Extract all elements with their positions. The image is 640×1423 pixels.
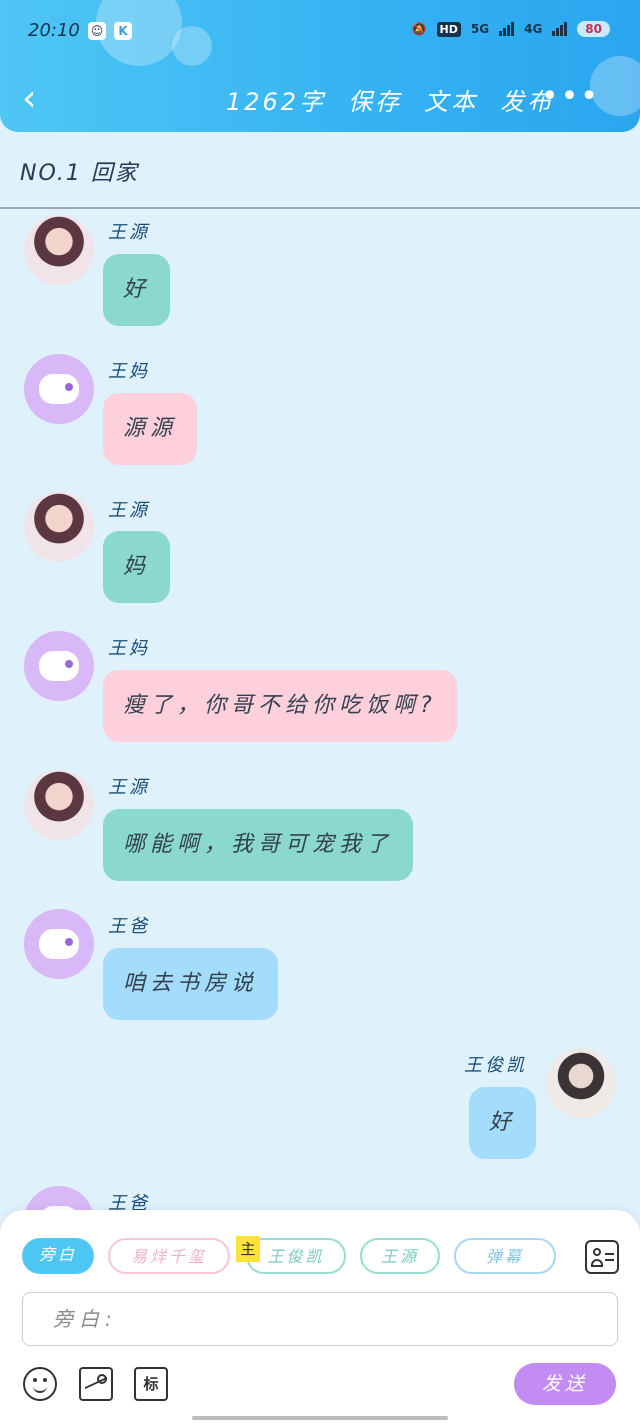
role-chip-narration[interactable]: 旁白 bbox=[22, 1238, 94, 1274]
status-time: 20:10 bbox=[28, 20, 80, 41]
default-avatar-icon bbox=[39, 651, 79, 681]
contact-card-line bbox=[605, 1259, 614, 1261]
network-4g: 4G bbox=[524, 22, 543, 36]
sender-name: 王妈 bbox=[108, 638, 150, 659]
app-notification-icon: ☺ bbox=[88, 22, 106, 40]
contact-card-line bbox=[605, 1253, 614, 1255]
main-role-badge: 主 bbox=[236, 1236, 260, 1262]
default-avatar-icon bbox=[39, 374, 79, 404]
message-input[interactable]: 旁白: bbox=[22, 1292, 618, 1346]
avatar[interactable] bbox=[24, 909, 94, 979]
role-chip-wangjunkai[interactable]: 王俊凯 bbox=[246, 1238, 346, 1274]
app-k-icon: K bbox=[114, 22, 132, 40]
contact-card-head bbox=[593, 1248, 601, 1256]
network-5g: 5G bbox=[470, 22, 490, 36]
signal-icon bbox=[552, 22, 568, 36]
role-chip-danmaku[interactable]: 弹幕 bbox=[454, 1238, 556, 1274]
role-chip-wangyuan[interactable]: 王源 bbox=[360, 1238, 440, 1274]
avatar[interactable] bbox=[24, 215, 94, 285]
battery-icon: 80 bbox=[577, 21, 610, 37]
avatar[interactable] bbox=[546, 1048, 616, 1118]
default-avatar-icon bbox=[39, 929, 79, 959]
emoji-icon[interactable] bbox=[23, 1367, 57, 1401]
back-icon[interactable]: ‹ bbox=[22, 80, 56, 120]
word-count: 1262字 bbox=[226, 88, 327, 116]
mute-icon: 🔕 bbox=[411, 22, 427, 36]
chapter-title[interactable]: NO.1 回家 bbox=[20, 155, 139, 187]
divider bbox=[0, 207, 640, 209]
avatar[interactable] bbox=[24, 770, 94, 840]
tag-icon[interactable]: 标 bbox=[134, 1367, 168, 1401]
more-icon[interactable]: ••• bbox=[541, 80, 600, 114]
sender-name: 王源 bbox=[108, 500, 150, 521]
contact-card-icon[interactable] bbox=[585, 1240, 619, 1274]
signal-icon bbox=[499, 22, 515, 36]
sender-name: 王爸 bbox=[108, 916, 150, 937]
avatar[interactable] bbox=[24, 492, 94, 562]
sender-name: 王妈 bbox=[108, 361, 150, 382]
avatar[interactable] bbox=[24, 631, 94, 701]
message-bubble[interactable]: 咱去书房说 bbox=[103, 948, 279, 1020]
sender-name: 王俊凯 bbox=[464, 1055, 527, 1076]
message-bubble[interactable]: 妈 bbox=[103, 531, 171, 603]
message-bubble[interactable]: 好 bbox=[103, 254, 171, 326]
text-button[interactable]: 文本 bbox=[424, 82, 478, 117]
message-bubble[interactable]: 哪能啊，我哥可宠我了 bbox=[103, 809, 414, 881]
send-button[interactable]: 发送 bbox=[514, 1363, 616, 1405]
role-chip-yiyangqianxi[interactable]: 易烊千玺 bbox=[108, 1238, 230, 1274]
contact-card-body bbox=[591, 1259, 603, 1267]
header-actions: 1262字 保存 文本 发布 bbox=[226, 82, 554, 117]
message-bubble[interactable]: 好 bbox=[469, 1087, 537, 1159]
sender-name: 王源 bbox=[108, 777, 150, 798]
message-bubble[interactable]: 源源 bbox=[103, 393, 198, 465]
hd-icon: HD bbox=[436, 21, 461, 37]
sender-name: 王源 bbox=[108, 222, 150, 243]
image-icon[interactable] bbox=[79, 1367, 113, 1401]
avatar[interactable] bbox=[24, 354, 94, 424]
status-icons: 🔕 HD 5G 4G 80 bbox=[412, 21, 610, 37]
status-bar: 20:10 ☺ K 🔕 HD 5G 4G 80 bbox=[0, 0, 640, 60]
message-bubble[interactable]: 瘦了，你哥不给你吃饭啊? bbox=[103, 670, 457, 742]
save-button[interactable]: 保存 bbox=[348, 82, 402, 117]
header: 20:10 ☺ K 🔕 HD 5G 4G 80 ‹ 1262字 保存 文本 发布… bbox=[0, 0, 640, 132]
home-indicator[interactable] bbox=[192, 1416, 448, 1420]
